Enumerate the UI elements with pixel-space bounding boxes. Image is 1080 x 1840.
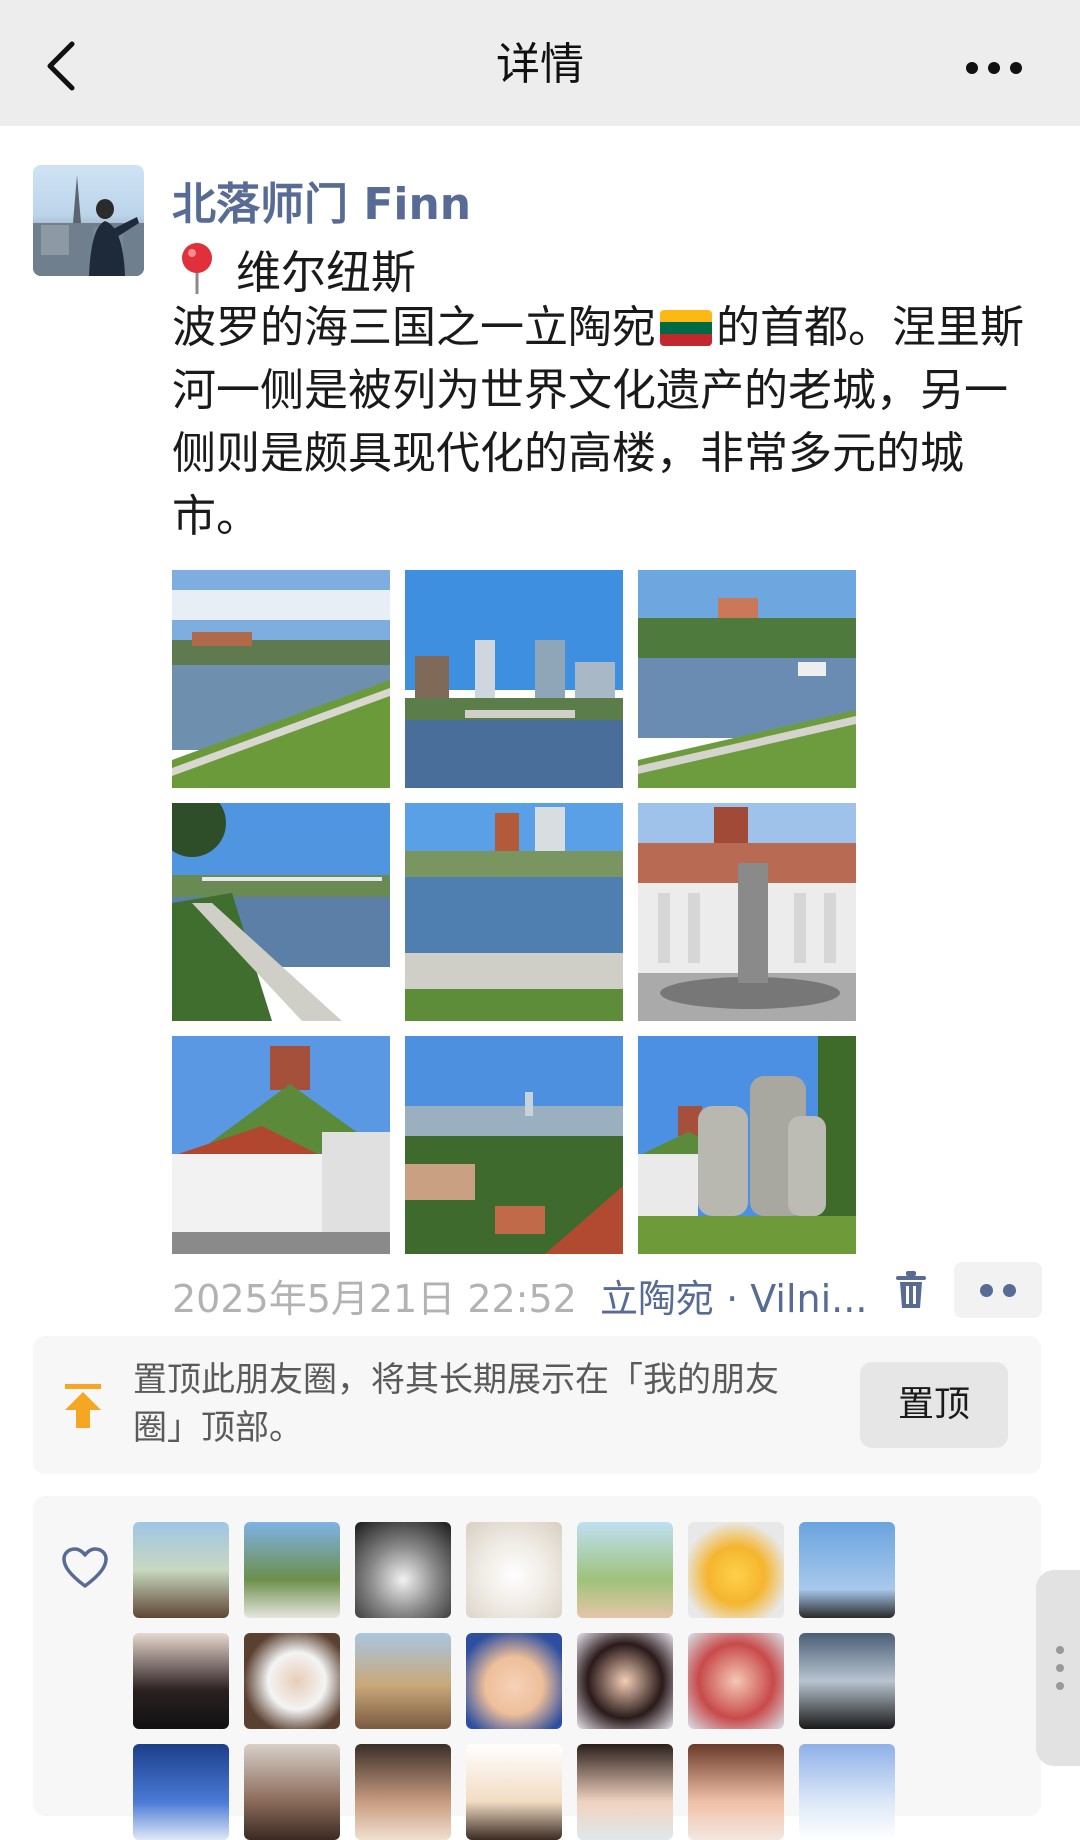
author-name[interactable]: 北落师门 Finn (172, 168, 471, 232)
photo-2[interactable] (405, 570, 623, 788)
pin-post-card: 置顶此朋友圈，将其长期展示在「我的朋友圈」顶部。 置顶 (33, 1336, 1041, 1474)
pin-to-top-icon (65, 1384, 101, 1428)
page-title: 详情 (496, 39, 584, 90)
liker-avatar[interactable] (133, 1744, 229, 1840)
pin-button[interactable]: 置顶 (860, 1362, 1008, 1448)
liker-avatar[interactable] (466, 1744, 562, 1840)
post-text-part1: 波罗的海三国之一立陶宛 (172, 302, 656, 353)
liker-avatar[interactable] (466, 1522, 562, 1618)
liker-avatar[interactable] (688, 1522, 784, 1618)
floating-side-handle[interactable] (1036, 1570, 1080, 1766)
lithuania-flag-icon (660, 310, 712, 346)
post-timestamp: 2025年5月21日 22:52 (172, 1277, 577, 1321)
photo-3[interactable] (638, 570, 856, 788)
liker-avatar[interactable] (688, 1633, 784, 1729)
likes-card (33, 1496, 1041, 1840)
liker-avatar[interactable] (799, 1633, 895, 1729)
liker-avatar[interactable] (355, 1522, 451, 1618)
liker-avatar[interactable] (244, 1633, 340, 1729)
post-meta-row: 2025年5月21日 22:52 立陶宛 · Vilni... (172, 1262, 1042, 1321)
author-avatar[interactable] (33, 165, 144, 276)
location-title: 维尔纽斯 (236, 246, 417, 299)
photo-1[interactable] (172, 570, 390, 788)
photo-7[interactable] (172, 1036, 390, 1254)
post-location-line: 维尔纽斯 (172, 236, 416, 301)
liker-avatar[interactable] (577, 1744, 673, 1840)
more-options-icon[interactable] (966, 56, 1026, 76)
photo-9[interactable] (638, 1036, 856, 1254)
liker-avatar[interactable] (688, 1744, 784, 1840)
liker-avatar[interactable] (244, 1522, 340, 1618)
liker-avatar[interactable] (133, 1522, 229, 1618)
liker-avatar[interactable] (466, 1633, 562, 1729)
post-text: 波罗的海三国之一立陶宛 的首都。涅里斯河一侧是被列为世界文化遗产的老城，另一侧则是… (172, 296, 1042, 548)
photo-4[interactable] (172, 803, 390, 1021)
liker-avatar[interactable] (355, 1744, 451, 1840)
liker-avatar[interactable] (799, 1522, 895, 1618)
trash-icon[interactable] (894, 1270, 928, 1310)
liker-avatar[interactable] (244, 1744, 340, 1840)
pin-prompt-text: 置顶此朋友圈，将其长期展示在「我的朋友圈」顶部。 (133, 1360, 779, 1448)
liker-avatar[interactable] (355, 1633, 451, 1729)
top-bar: 详情 (0, 0, 1080, 126)
liker-avatar[interactable] (577, 1633, 673, 1729)
location-link[interactable]: 立陶宛 · Vilni... (600, 1268, 867, 1323)
photo-grid (172, 570, 856, 1254)
comment-like-button[interactable] (954, 1262, 1042, 1318)
liker-avatar[interactable] (577, 1522, 673, 1618)
heart-icon (62, 1547, 108, 1588)
photo-5[interactable] (405, 803, 623, 1021)
liker-avatar[interactable] (799, 1744, 895, 1840)
photo-6[interactable] (638, 803, 856, 1021)
photo-8[interactable] (405, 1036, 623, 1254)
liker-avatar[interactable] (133, 1633, 229, 1729)
location-pin-icon (182, 242, 212, 294)
